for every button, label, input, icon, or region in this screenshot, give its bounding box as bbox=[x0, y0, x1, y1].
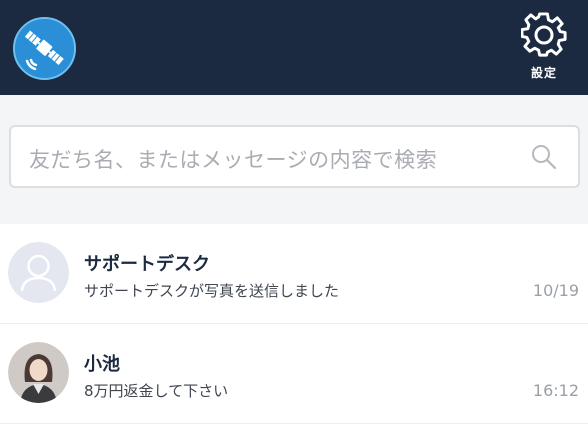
chat-row-koike[interactable]: 小池 8万円返金して下さい 16:12 bbox=[0, 324, 588, 424]
messenger-app: 設定 友だち名、またはメッセージの内容で検索 サポートデスク サポートデスクが写… bbox=[0, 0, 588, 424]
search-placeholder: 友だち名、またはメッセージの内容で検索 bbox=[29, 148, 438, 172]
chat-preview: 8万円返金して下さい bbox=[84, 382, 229, 400]
chat-name: サポートデスク bbox=[84, 254, 210, 275]
chat-time: 10/19 bbox=[532, 281, 579, 300]
chat-list: サポートデスク サポートデスクが写真を送信しました 10/19 小池 8万円返金… bbox=[0, 224, 588, 424]
search-icon[interactable] bbox=[530, 143, 558, 171]
chat-time: 16:12 bbox=[532, 381, 579, 400]
gear-icon bbox=[521, 12, 567, 57]
settings-label: 設定 bbox=[530, 66, 557, 80]
top-bar: 設定 bbox=[0, 0, 588, 95]
satellite-icon[interactable] bbox=[13, 17, 76, 80]
search-area: 友だち名、またはメッセージの内容で検索 bbox=[0, 95, 588, 224]
settings-button[interactable]: 設定 bbox=[514, 12, 574, 84]
default-person-icon bbox=[8, 242, 69, 303]
photo-avatar bbox=[8, 342, 69, 403]
chat-preview: サポートデスクが写真を送信しました bbox=[84, 282, 340, 300]
chat-row-support-desk[interactable]: サポートデスク サポートデスクが写真を送信しました 10/19 bbox=[0, 224, 588, 324]
chat-name: 小池 bbox=[84, 354, 120, 375]
search-input[interactable]: 友だち名、またはメッセージの内容で検索 bbox=[9, 125, 580, 188]
